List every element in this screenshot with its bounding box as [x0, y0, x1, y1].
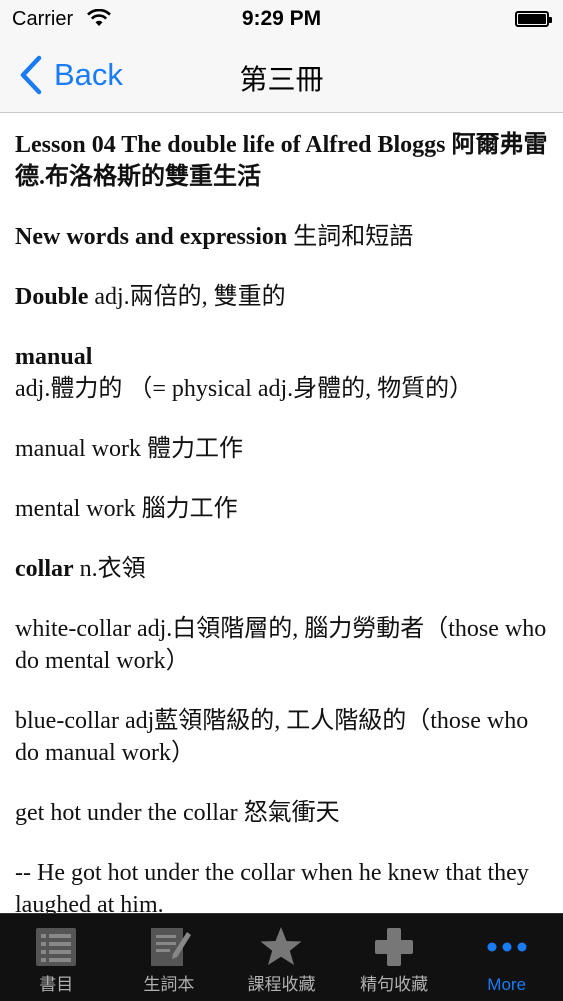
notebook-icon	[150, 928, 191, 966]
section-heading: New words and expression 生詞和短語	[15, 224, 414, 250]
vocab-entry: white-collar adj.白領階層的, 腦力勞動者（those who …	[15, 616, 547, 674]
plus-icon	[375, 928, 414, 966]
vocab-entry: Double adj.兩倍的, 雙重的	[15, 284, 286, 310]
navigation-bar: Back 第三冊	[0, 40, 563, 113]
vocab-entry: blue-collar adj藍領階級的, 工人階級的（those who do…	[15, 708, 529, 766]
vocab-entry: get hot under the collar 怒氣衝天	[15, 800, 340, 826]
tab-catalog[interactable]: 書目	[0, 914, 113, 1001]
tab-sentence-favorites[interactable]: 精句收藏	[338, 914, 451, 1001]
tab-label: 生詞本	[143, 975, 195, 994]
tab-more[interactable]: More	[450, 914, 563, 1001]
vocab-entry: mental work 腦力工作	[15, 496, 238, 522]
tab-vocabulary[interactable]: 生詞本	[113, 914, 226, 1001]
list-icon	[36, 928, 77, 966]
more-icon	[487, 942, 527, 952]
tab-label: 精句收藏	[360, 975, 429, 994]
star-icon	[260, 927, 302, 965]
tab-label: More	[487, 975, 527, 994]
vocab-entry: collar n.衣領	[15, 556, 146, 582]
tab-label: 課程收藏	[247, 975, 316, 994]
status-time: 9:29 PM	[241, 7, 322, 30]
vocab-entry: manual work 體力工作	[15, 436, 243, 462]
vocab-entry: manual adj.體力的 （= physical adj.身體的, 物質的）	[15, 344, 474, 402]
page-title: 第三冊	[239, 64, 324, 95]
lesson-title: Lesson 04 The double life of Alfred Blog…	[15, 132, 548, 190]
vocab-example: -- He got hot under the collar when he k…	[15, 860, 529, 913]
status-bar: Carrier 9:29 PM	[0, 0, 563, 40]
tab-lesson-favorites[interactable]: 課程收藏	[225, 914, 338, 1001]
lesson-content[interactable]: Lesson 04 The double life of Alfred Blog…	[0, 113, 563, 913]
battery-icon	[515, 11, 552, 27]
tab-bar: 書目 生詞本 課程收藏 精句收藏 More	[0, 913, 563, 1001]
tab-label: 書目	[39, 975, 74, 994]
